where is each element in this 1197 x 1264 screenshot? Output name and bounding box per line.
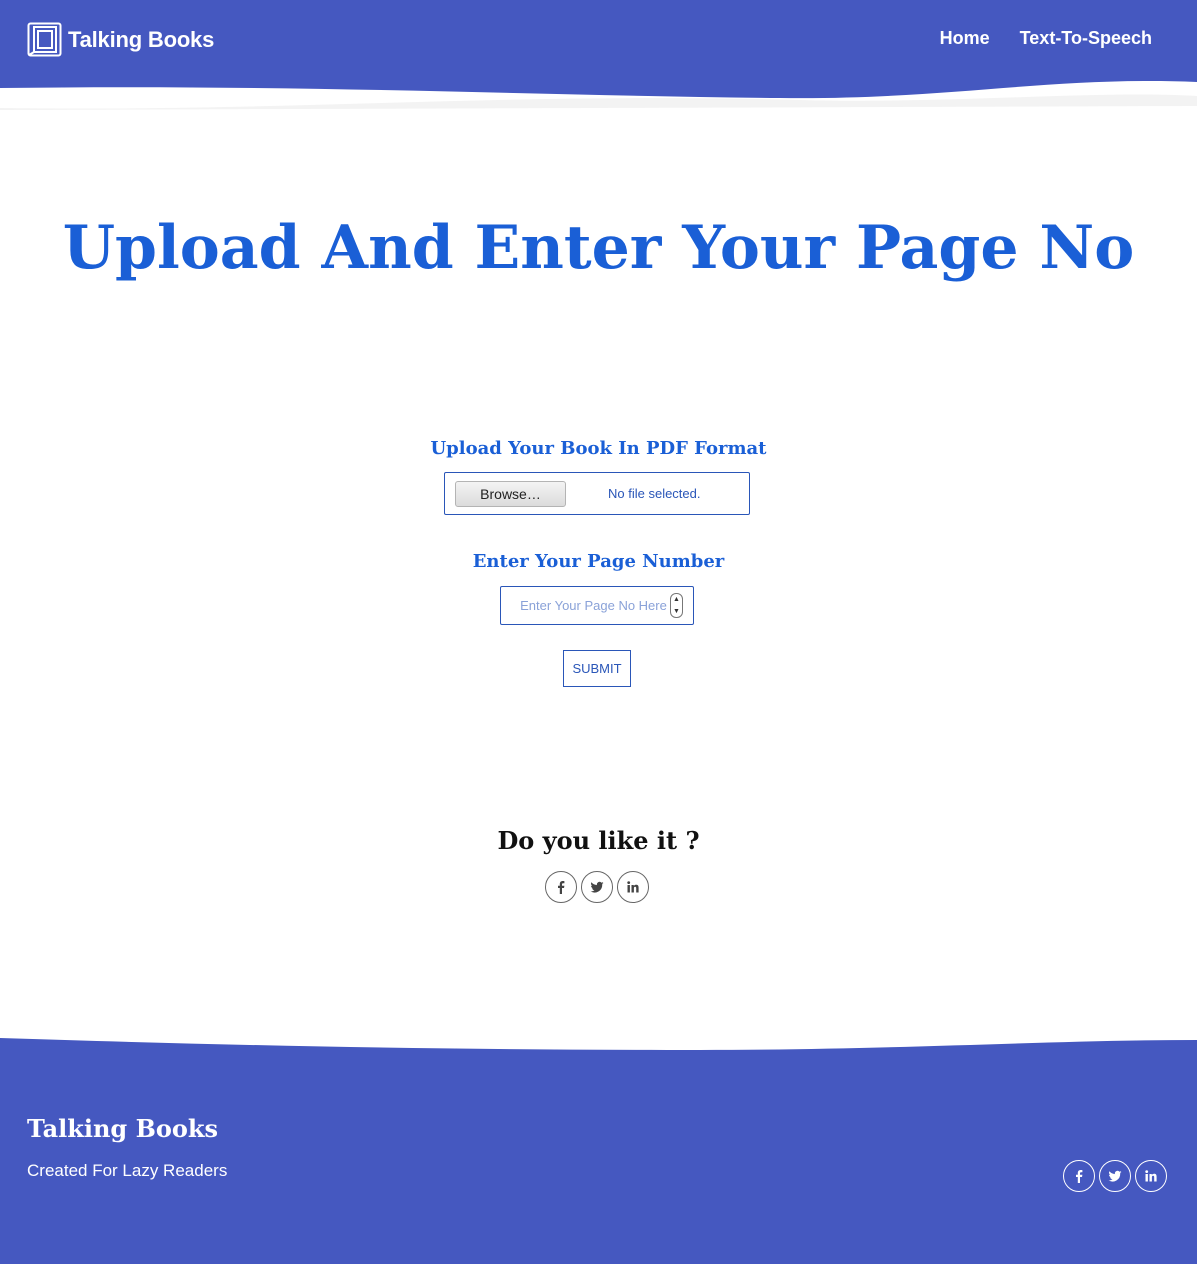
- facebook-icon[interactable]: [545, 871, 577, 903]
- book-logo-icon: [27, 22, 62, 57]
- linkedin-icon[interactable]: [1135, 1160, 1167, 1192]
- brand-name: Talking Books: [68, 26, 215, 52]
- upload-label: Upload Your Book In PDF Format: [430, 438, 767, 459]
- share-title: Do you like it ?: [497, 826, 700, 855]
- footer-brand: Talking Books: [27, 1114, 219, 1143]
- page-number-label: Enter Your Page Number: [472, 551, 725, 572]
- brand[interactable]: Talking Books: [27, 22, 214, 57]
- spin-up-icon[interactable]: ▲: [671, 594, 682, 606]
- page-title: Upload And Enter Your Page No: [62, 213, 1135, 283]
- twitter-icon[interactable]: [1099, 1160, 1131, 1192]
- page-number-input[interactable]: [511, 590, 676, 621]
- nav-home[interactable]: Home: [940, 28, 990, 49]
- spin-down-icon[interactable]: ▼: [671, 606, 682, 618]
- page-number-field[interactable]: ▲ ▼: [500, 586, 694, 625]
- browse-button[interactable]: Browse…: [455, 480, 566, 507]
- nav-text-to-speech[interactable]: Text-To-Speech: [1020, 28, 1152, 49]
- footer-share-icons: [1063, 1160, 1171, 1192]
- main-nav: Home Text-To-Speech: [910, 28, 1152, 49]
- file-status: No file selected.: [608, 486, 701, 501]
- file-upload-field[interactable]: Browse… No file selected.: [444, 472, 750, 515]
- footer-tagline: Created For Lazy Readers: [27, 1161, 228, 1180]
- number-spinner[interactable]: ▲ ▼: [670, 593, 683, 618]
- share-icons: [545, 871, 653, 903]
- facebook-icon[interactable]: [1063, 1160, 1095, 1192]
- footer-background: [0, 1038, 1197, 1264]
- linkedin-icon[interactable]: [617, 871, 649, 903]
- twitter-icon[interactable]: [581, 871, 613, 903]
- submit-button[interactable]: SUBMIT: [563, 650, 631, 687]
- header-wave: [0, 0, 1197, 110]
- site-header: Talking Books Home Text-To-Speech: [0, 0, 1197, 120]
